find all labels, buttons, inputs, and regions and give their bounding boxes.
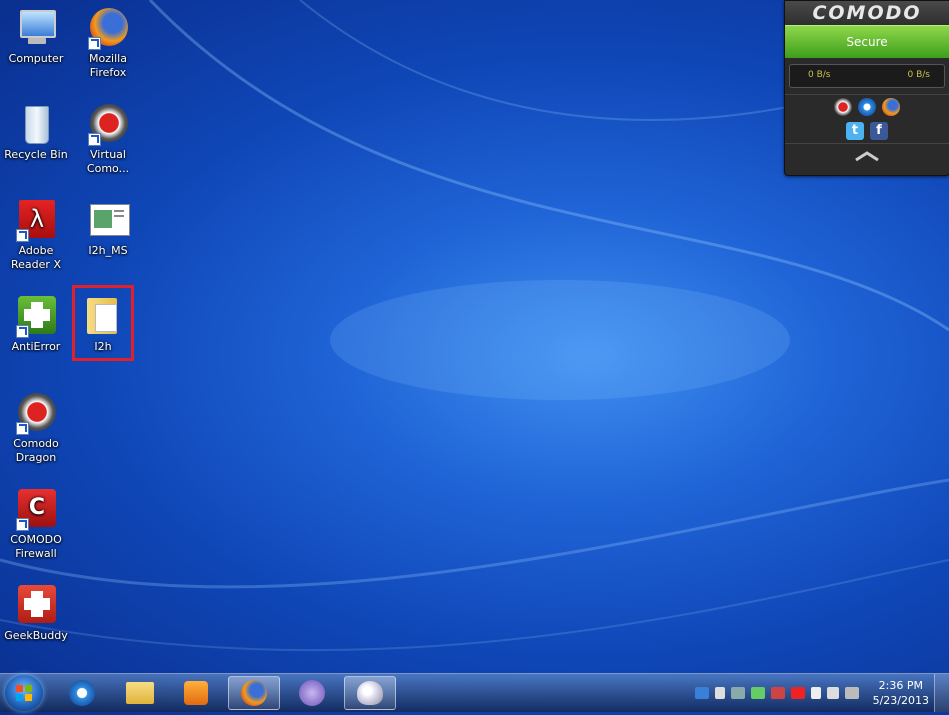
windows-logo-icon	[16, 685, 32, 701]
safely-remove-icon[interactable]	[750, 687, 765, 699]
traffic-meter: 0 B/s 0 B/s	[789, 64, 945, 88]
system-clock[interactable]: 2:36 PM 5/23/2013	[873, 678, 929, 708]
chevron-up-icon	[855, 151, 879, 162]
selection-highlight	[72, 285, 134, 361]
taskbar-firefox[interactable]	[228, 676, 280, 710]
taskbar: 2:36 PM 5/23/2013	[0, 673, 949, 712]
browser-shortcuts	[785, 94, 949, 119]
desktop-icon-antierror[interactable]: AntiError	[0, 294, 72, 354]
comodo-firewall-icon: C	[14, 487, 58, 531]
firefox-icon	[241, 680, 267, 706]
antivirus-icon[interactable]	[770, 687, 785, 699]
clock-time: 2:36 PM	[878, 679, 923, 692]
icon-label: AntiError	[11, 340, 61, 353]
desktop-icon-geekbuddy[interactable]: GeekBuddy	[0, 583, 72, 643]
firefox-icon[interactable]	[882, 98, 900, 116]
facebook-icon[interactable]: f	[870, 122, 888, 140]
document-icon	[86, 198, 130, 242]
icon-label: Computer	[8, 52, 64, 65]
comodo-logo: COMODO	[785, 1, 949, 25]
icon-label: COMODO Firewall	[10, 533, 62, 560]
desktop-icon-comodo-dragon[interactable]: Comodo Dragon	[0, 391, 72, 465]
clock-date: 5/23/2013	[872, 694, 929, 707]
firefox-icon	[86, 6, 130, 50]
shortcut-arrow-icon	[16, 229, 29, 242]
volume-icon[interactable]	[826, 687, 839, 699]
shortcut-arrow-icon	[16, 422, 29, 435]
desktop-icon-comodo-firewall[interactable]: C COMODO Firewall	[0, 487, 72, 561]
icon-label: Adobe Reader X	[11, 244, 61, 271]
icon-label: I2h_MS	[88, 244, 128, 257]
desktop-icon-i2h-ms[interactable]: I2h_MS	[72, 198, 144, 258]
recycle-bin-icon	[14, 102, 58, 146]
icon-label: Mozilla Firefox	[89, 52, 127, 79]
system-tray: 2:36 PM 5/23/2013	[694, 674, 929, 712]
adobe-reader-icon: λ	[14, 198, 58, 242]
shortcut-arrow-icon	[88, 133, 101, 146]
antierror-icon	[14, 294, 58, 338]
collapse-widget-button[interactable]	[785, 143, 949, 168]
comodo-tray-icon[interactable]	[790, 687, 805, 699]
comodo-dragon-icon[interactable]	[834, 98, 852, 116]
shortcut-arrow-icon	[88, 37, 101, 50]
geekbuddy-icon	[14, 583, 58, 627]
taskbar-windows-explorer[interactable]	[114, 676, 166, 710]
app-icon	[299, 680, 325, 706]
media-player-icon	[184, 681, 208, 705]
upload-speed: 0 B/s	[907, 70, 930, 80]
firewall-tray-icon[interactable]	[810, 687, 821, 699]
icon-label: GeekBuddy	[4, 629, 68, 642]
desktop-icon-firefox[interactable]: Mozilla Firefox	[72, 6, 144, 80]
taskbar-app-purple[interactable]	[286, 676, 338, 710]
network-icon[interactable]	[844, 687, 859, 699]
security-status-button[interactable]: Secure	[785, 25, 949, 58]
sync-icon[interactable]	[730, 687, 745, 699]
virtual-comodo-icon	[86, 102, 130, 146]
social-shortcuts: t f	[785, 119, 949, 143]
folder-icon	[126, 682, 154, 704]
icon-label: Virtual Como...	[86, 148, 130, 175]
show-desktop-button[interactable]	[934, 674, 949, 712]
download-speed: 0 B/s	[808, 70, 831, 80]
taskbar-paint[interactable]	[344, 676, 396, 710]
desktop-icon-virtual-comodo[interactable]: Virtual Como...	[72, 102, 144, 176]
icon-label: Comodo Dragon	[13, 437, 59, 464]
comodo-widget[interactable]: COMODO Secure 0 B/s 0 B/s t f	[784, 0, 949, 176]
icon-label: Recycle Bin	[4, 148, 68, 161]
taskbar-internet-explorer[interactable]	[56, 676, 108, 710]
start-button[interactable]	[5, 675, 43, 711]
taskbar-media-player[interactable]	[170, 676, 222, 710]
internet-explorer-icon	[69, 680, 95, 706]
desktop-icon-computer[interactable]: Computer	[0, 6, 72, 66]
desktop-icon-adobe-reader[interactable]: λ Adobe Reader X	[0, 198, 72, 272]
action-center-flag-icon[interactable]	[714, 687, 725, 699]
internet-explorer-icon[interactable]	[858, 98, 876, 116]
paint-icon	[357, 681, 383, 705]
shortcut-arrow-icon	[16, 325, 29, 338]
network-tool-icon[interactable]	[694, 687, 709, 699]
desktop-icon-recycle-bin[interactable]: Recycle Bin	[0, 102, 72, 162]
shortcut-arrow-icon	[16, 518, 29, 531]
comodo-dragon-icon	[14, 391, 58, 435]
computer-icon	[14, 6, 58, 50]
twitter-icon[interactable]: t	[846, 122, 864, 140]
